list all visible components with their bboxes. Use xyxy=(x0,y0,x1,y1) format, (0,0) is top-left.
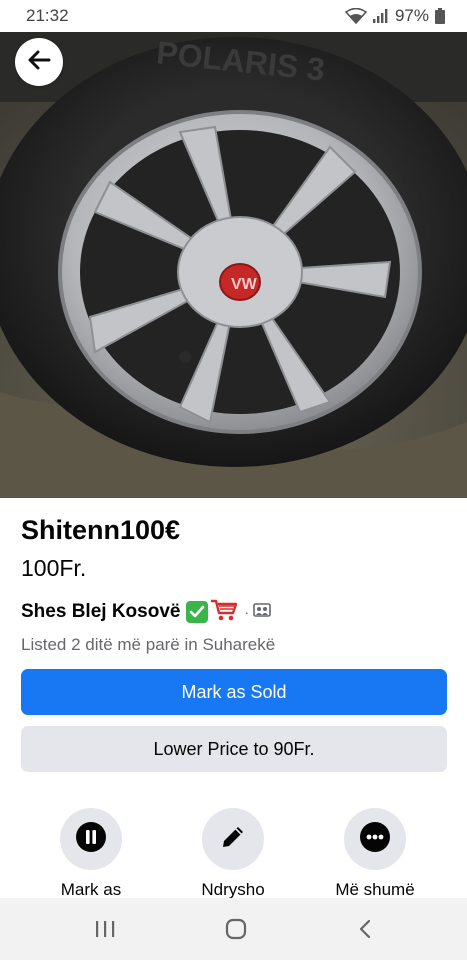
more-icon xyxy=(360,821,390,857)
status-time: 21:32 xyxy=(26,6,69,25)
listing-title: Shitenn100€ xyxy=(21,515,181,545)
listed-info: Listed 2 ditë më parë in Suharekë xyxy=(21,635,276,654)
check-mark-icon xyxy=(186,601,209,623)
pencil-icon xyxy=(219,823,247,856)
wifi-icon xyxy=(344,8,367,24)
lower-price-button[interactable]: Lower Price to 90Fr. xyxy=(21,726,447,772)
wheel-image: POLARIS 3 VW xyxy=(0,32,467,498)
action-label: Mark as xyxy=(60,880,122,899)
action-circle[interactable] xyxy=(202,808,264,870)
action-mark[interactable]: Mark as xyxy=(26,808,156,900)
status-icons: 97% xyxy=(344,6,445,26)
action-edit[interactable]: Ndrysho xyxy=(168,808,298,900)
shopping-cart-icon xyxy=(210,598,238,627)
action-label: Më shumë xyxy=(335,880,415,899)
action-circle[interactable] xyxy=(60,808,122,870)
separator-dot: · xyxy=(244,604,250,620)
svg-text:VW: VW xyxy=(231,276,258,293)
battery-icon xyxy=(435,8,445,24)
action-circle[interactable] xyxy=(344,808,406,870)
group-row[interactable]: Shes Blej Kosovë · xyxy=(21,598,447,626)
listing-photo[interactable]: POLARIS 3 VW xyxy=(0,32,467,498)
recent-apps-icon[interactable] xyxy=(94,919,116,939)
pause-icon xyxy=(76,821,106,857)
status-bar: 21:32 97% xyxy=(0,0,467,32)
action-label: Ndrysho xyxy=(201,880,265,899)
action-row: Mark as Ndrysho Më shumë xyxy=(0,808,467,900)
home-icon[interactable] xyxy=(224,917,248,941)
back-nav-icon[interactable] xyxy=(357,918,373,940)
signal-icon xyxy=(372,9,389,23)
listing-details: Shitenn100€ 100Fr. Shes Blej Kosovë · Li… xyxy=(21,510,447,656)
mark-as-sold-button[interactable]: Mark as Sold xyxy=(21,669,447,715)
battery-percent: 97% xyxy=(394,6,429,25)
back-button[interactable] xyxy=(15,38,63,86)
group-name[interactable]: Shes Blej Kosovë xyxy=(21,601,180,623)
arrow-left-icon xyxy=(27,50,51,75)
listing-price: 100Fr. xyxy=(21,555,87,581)
group-icon xyxy=(253,602,271,623)
action-more[interactable]: Më shumë xyxy=(310,808,440,900)
system-nav-bar xyxy=(0,898,467,960)
